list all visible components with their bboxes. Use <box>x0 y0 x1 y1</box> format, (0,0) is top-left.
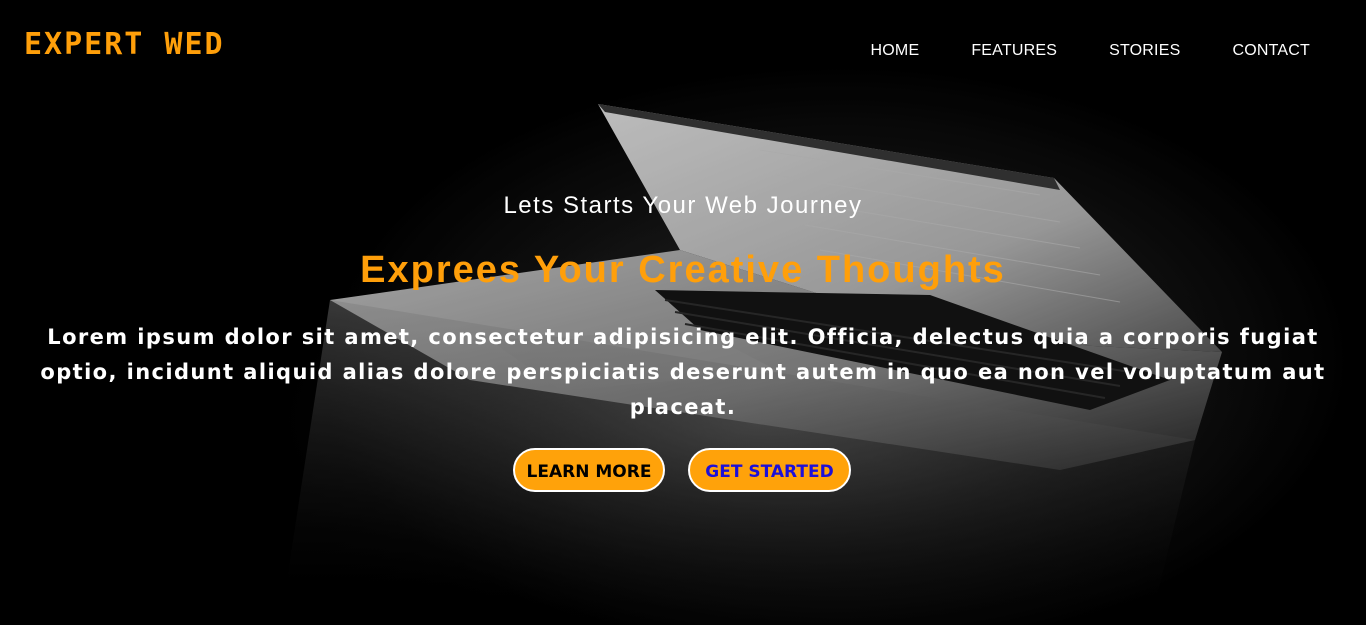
hero-section: EXPERT WED HOME FEATURES STORIES CONTACT… <box>0 0 1366 625</box>
nav-link-stories[interactable]: STORIES <box>1109 42 1180 59</box>
hero-tagline: Lets Starts Your Web Journey <box>503 192 863 219</box>
get-started-button[interactable]: GET STARTED <box>688 448 851 492</box>
brand-logo[interactable]: EXPERT WED <box>24 26 225 64</box>
hero-headline: Exprees Your Creative Thoughts <box>360 249 1006 291</box>
nav-link-contact[interactable]: CONTACT <box>1232 42 1310 59</box>
main-nav: HOME FEATURES STORIES CONTACT <box>819 40 1310 62</box>
nav-item-features: FEATURES <box>971 40 1057 62</box>
nav-item-stories: STORIES <box>1109 40 1180 62</box>
learn-more-button[interactable]: LEARN MORE <box>513 448 665 492</box>
hero-description: Lorem ipsum dolor sit amet, consectetur … <box>40 325 1326 419</box>
overlay <box>0 0 1366 625</box>
nav-link-features[interactable]: FEATURES <box>971 42 1057 59</box>
nav-link-home[interactable]: HOME <box>871 42 920 59</box>
nav-item-contact: CONTACT <box>1232 40 1310 62</box>
nav-item-home: HOME <box>871 40 920 62</box>
